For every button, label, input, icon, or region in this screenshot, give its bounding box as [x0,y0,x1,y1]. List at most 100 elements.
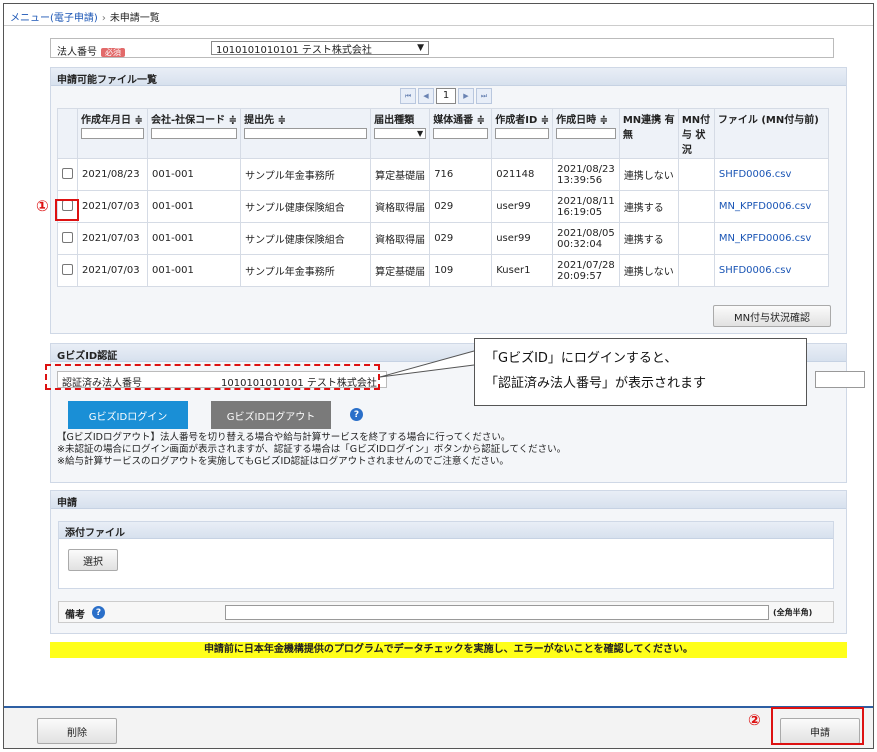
checkbox-cell [57,158,78,191]
table-row[interactable]: 2021/07/03 001-001 サンプル健康保険組合 資格取得届 029 user9… [57,190,830,223]
last-page-button[interactable]: ⏭ [476,88,492,104]
filter-form-type-select[interactable]: ▼ [374,128,427,139]
cell-created-at: 2021/08/11 16:19:05 [552,190,620,223]
table-row[interactable]: 2021/07/03 001-001 サンプル年金事務所 算定基礎届 109 Kuser1… [57,254,830,287]
cell-form-type: 資格取得届 [370,190,431,223]
created-date-part: 2021/08/11 [557,195,615,207]
cell-creator-id: 021148 [491,158,554,191]
created-date-part: 2021/08/05 [557,227,615,239]
created-time-part: 13:39:56 [557,174,603,186]
filter-media-no[interactable] [433,128,489,139]
filter-submit-to[interactable] [244,128,368,139]
column-header-created-date[interactable]: 作成年月日 ≑ [76,108,149,159]
apply-title: 申請 [51,491,846,509]
column-header-creator-id[interactable]: 作成者ID ≑ [491,108,554,159]
created-time-part: 16:19:05 [557,206,603,218]
cell-created-at: 2021/08/05 00:32:04 [552,222,620,255]
cell-creator-id: user99 [491,190,554,223]
table-row[interactable]: 2021/08/23 001-001 サンプル年金事務所 算定基礎届 716 021148… [57,158,830,191]
filter-creator-id[interactable] [495,128,550,139]
filter-created-date[interactable] [81,128,145,139]
corporate-number-label-text: 法人番号 [57,47,97,58]
header-label: 届出種類 [374,115,415,126]
file-link[interactable]: MN_KPFD0006.csv [719,201,811,212]
corporate-number-select[interactable]: 1010101010101 テスト株式会社 ▼ [211,41,429,56]
gbiz-login-button[interactable]: GビズIDログイン [68,401,188,429]
chevron-down-icon: ▼ [417,43,424,53]
prev-page-button[interactable]: ◀ [418,88,434,104]
gbiz-input-field[interactable] [815,371,865,388]
breadcrumb-menu-link[interactable]: メニュー(電子申請) [10,13,98,24]
table-row[interactable]: 2021/07/03 001-001 サンプル健康保険組合 資格取得届 029 user9… [57,222,830,255]
breadcrumb: メニュー(電子申請) › 未申請一覧 [4,4,873,26]
cell-company-code: 001-001 [147,158,242,191]
gbiz-logout-button[interactable]: GビズIDログアウト [211,401,331,429]
cell-created-date: 2021/07/03 [76,222,149,255]
help-icon[interactable]: ? [350,408,363,421]
column-header-form-type: 届出種類 ▼ [370,108,431,159]
step-marker-2: ② [748,711,761,729]
row-checkbox[interactable] [62,263,73,275]
cell-submit-to: サンプル健康保険組合 [240,222,372,255]
table-header-row: 作成年月日 ≑ 会社-社保コード ≑ 提出先 ≑ 届出種類 ▼ 媒体通番 ≑ 作成… [57,108,830,159]
next-page-button[interactable]: ▶ [458,88,474,104]
row-checkbox[interactable] [62,167,73,179]
column-header-submit-to[interactable]: 提出先 ≑ [240,108,372,159]
cell-form-type: 算定基礎届 [370,254,431,287]
cell-created-at: 2021/08/23 13:39:56 [552,158,620,191]
help-icon[interactable]: ? [92,606,105,619]
cell-form-type: 資格取得届 [370,222,431,255]
column-header-media-no[interactable]: 媒体通番 ≑ [429,108,493,159]
cell-mn-status [677,222,715,255]
cell-file: SHFD0006.csv [713,158,830,191]
page-number-input[interactable]: 1 [436,88,456,104]
cell-created-at: 2021/07/28 20:09:57 [552,254,620,287]
gbiz-auth-highlight [45,364,380,390]
select-column-header [57,108,78,159]
cell-submit-to: サンプル年金事務所 [240,254,372,287]
cell-media-no: 029 [429,222,493,255]
callout-line-2: 「認証済み法人番号」が表示されます [485,376,707,391]
step-marker-1: ① [36,197,49,215]
header-label: 作成日時 ≑ [556,115,609,126]
file-link[interactable]: SHFD0006.csv [719,169,792,180]
header-label: 提出先 ≑ [244,115,286,126]
file-link[interactable]: SHFD0006.csv [719,265,792,276]
delete-button[interactable]: 削除 [37,718,117,744]
mn-status-check-button[interactable]: MN付与状況確認 [713,305,831,327]
callout-pointer [379,350,475,378]
filter-company-code[interactable] [151,128,238,139]
remarks-input[interactable] [225,605,769,620]
callout-box: 「GビズID」にログインすると、 「認証済み法人番号」が表示されます [474,338,807,406]
corporate-number-label: 法人番号 必須 [57,43,125,58]
cell-submit-to: サンプル健康保険組合 [240,190,372,223]
required-badge: 必須 [101,48,125,57]
gbiz-notes: 【GビズIDログアウト】法人番号を切り替える場合や給与計算サービスを終了する場合… [57,432,566,468]
gbiz-note-line: ※給与計算サービスのログアウトを実施してもGビズID認証はログアウトされませんの… [57,456,509,467]
select-file-button[interactable]: 選択 [68,549,118,571]
cell-mn-link: 連携しない [618,158,679,191]
column-header-company-code[interactable]: 会社-社保コード ≑ [147,108,242,159]
cell-file: SHFD0006.csv [713,254,830,287]
remarks-row: 備考 ? (全角半角) [58,601,834,623]
cell-media-no: 109 [429,254,493,287]
cell-created-date: 2021/07/03 [76,254,149,287]
corporate-number-selected: 1010101010101 テスト株式会社 [216,44,372,56]
file-link[interactable]: MN_KPFD0006.csv [719,233,811,244]
data-check-warning: 申請前に日本年金機構提供のプログラムでデータチェックを実施し、エラーがないことを… [50,642,847,658]
gbiz-note-line: ※未認証の場合にログイン画面が表示されますが、認証する場合は「GビズIDログイン… [57,444,567,455]
breadcrumb-current: 未申請一覧 [109,13,160,24]
cell-media-no: 029 [429,190,493,223]
pagination: ⏮ ◀ 1 ▶ ⏭ [400,88,492,106]
created-date-part: 2021/07/28 [557,259,615,271]
column-header-created-at[interactable]: 作成日時 ≑ [552,108,620,159]
cell-company-code: 001-001 [147,222,242,255]
first-page-button[interactable]: ⏮ [400,88,416,104]
filter-created-at[interactable] [556,128,616,139]
row-checkbox[interactable] [62,231,73,243]
cell-created-date: 2021/07/03 [76,190,149,223]
checkbox-cell [57,254,78,287]
gbiz-note-line: 【GビズIDログアウト】法人番号を切り替える場合や給与計算サービスを終了する場合… [57,432,511,443]
cell-company-code: 001-001 [147,190,242,223]
cell-mn-status [677,190,715,223]
